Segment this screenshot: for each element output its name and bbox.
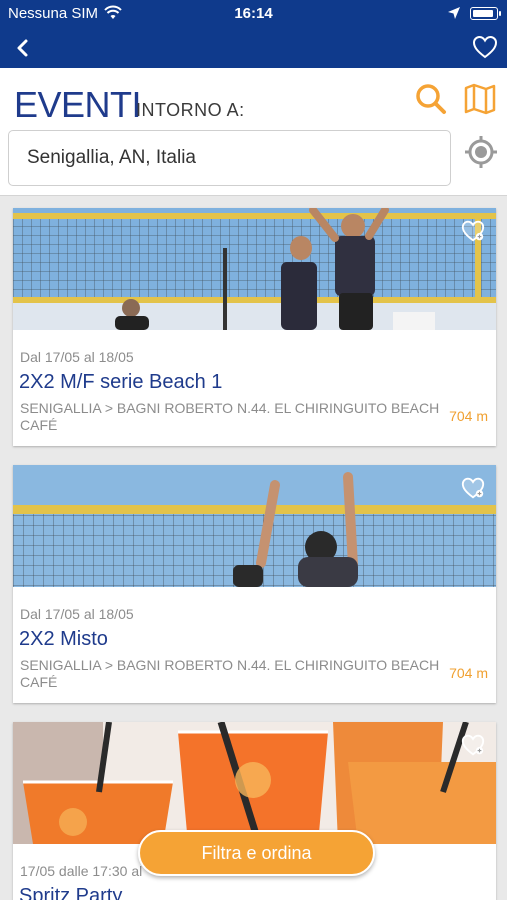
clock: 16:14 bbox=[234, 5, 273, 22]
event-image bbox=[13, 208, 496, 330]
favorite-heart-icon[interactable] bbox=[460, 218, 486, 244]
event-image bbox=[13, 722, 496, 844]
filter-sort-button[interactable]: Filtra e ordina bbox=[138, 830, 375, 876]
event-card[interactable]: Dal 17/05 al 18/05 2X2 M/F serie Beach 1… bbox=[13, 208, 496, 446]
event-place: SENIGALLIA > BAGNI ROBERTO N.44. EL CHIR… bbox=[20, 657, 440, 690]
gps-locate-icon[interactable] bbox=[463, 134, 499, 170]
favorite-heart-icon[interactable] bbox=[460, 732, 486, 758]
event-name[interactable]: 2X2 M/F serie Beach 1 bbox=[19, 371, 222, 394]
event-image bbox=[13, 465, 496, 587]
event-card[interactable]: Dal 17/05 al 18/05 2X2 Misto SENIGALLIA … bbox=[13, 465, 496, 703]
search-icon[interactable] bbox=[414, 82, 448, 116]
location-arrow-icon bbox=[448, 7, 460, 19]
favorite-heart-icon[interactable] bbox=[460, 475, 486, 501]
back-button[interactable] bbox=[10, 34, 36, 62]
favorites-heart-icon[interactable] bbox=[471, 33, 499, 61]
page-subtitle: INTORNO A: bbox=[136, 100, 245, 120]
events-header: EVENTI INTORNO A: bbox=[0, 68, 507, 196]
map-icon[interactable] bbox=[463, 82, 497, 116]
event-distance: 704 m bbox=[449, 408, 488, 424]
nav-bar bbox=[0, 28, 507, 68]
event-dates: Dal 17/05 al 18/05 bbox=[20, 349, 134, 365]
event-dates: Dal 17/05 al 18/05 bbox=[20, 606, 134, 622]
event-name[interactable]: Spritz Party bbox=[19, 885, 122, 900]
event-dates: 17/05 dalle 17:30 al bbox=[20, 863, 143, 879]
location-input[interactable] bbox=[8, 130, 451, 186]
event-name[interactable]: 2X2 Misto bbox=[19, 628, 108, 651]
event-place: SENIGALLIA > BAGNI ROBERTO N.44. EL CHIR… bbox=[20, 400, 440, 433]
status-bar: Nessuna SIM 16:14 bbox=[0, 0, 507, 28]
battery-icon bbox=[470, 7, 501, 20]
page-title: EVENTI bbox=[14, 84, 142, 125]
event-distance: 704 m bbox=[449, 665, 488, 681]
